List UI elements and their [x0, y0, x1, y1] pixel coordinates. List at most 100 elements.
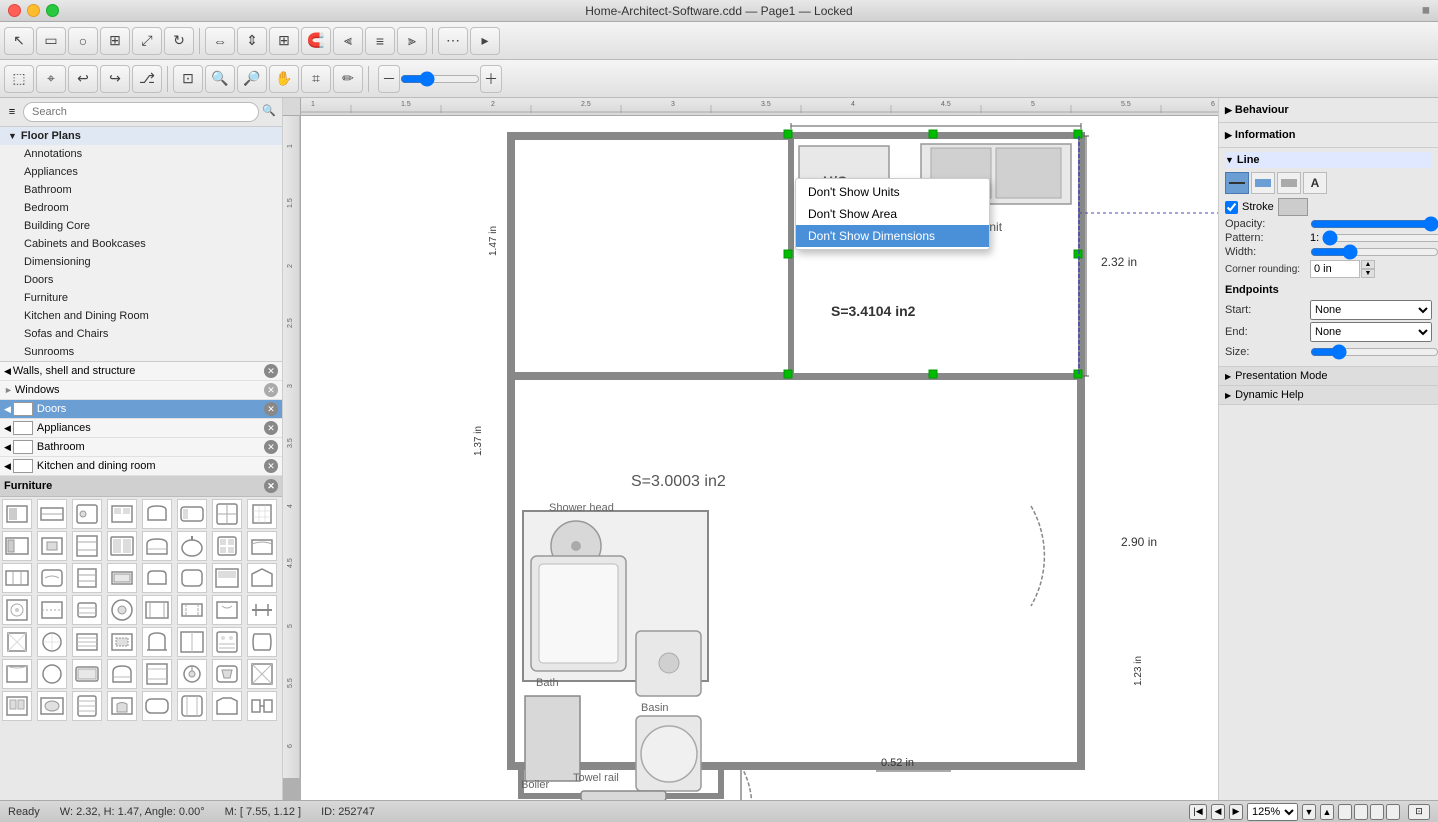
- fit-window-btn[interactable]: ⊡: [1408, 804, 1430, 820]
- furniture-tile-26[interactable]: [37, 595, 67, 625]
- search-icon[interactable]: 🔍: [262, 104, 278, 120]
- zoom-custom-tool[interactable]: ⌗: [301, 65, 331, 93]
- width-slider[interactable]: [1310, 246, 1438, 258]
- furniture-tile-6[interactable]: [177, 499, 207, 529]
- behaviour-header[interactable]: ▶ Behaviour: [1225, 102, 1432, 118]
- furniture-tile-3[interactable]: [72, 499, 102, 529]
- table-tool[interactable]: ⊞: [100, 27, 130, 55]
- furniture-tile-31[interactable]: [212, 595, 242, 625]
- size-slider[interactable]: [1310, 344, 1438, 360]
- zoom-in-btn[interactable]: ＋: [480, 65, 502, 93]
- furniture-tile-47[interactable]: [212, 659, 242, 689]
- furniture-tile-1[interactable]: [2, 499, 32, 529]
- layer-walls-close[interactable]: ✕: [264, 364, 278, 378]
- layer-kitchen[interactable]: ◀ Kitchen and dining room ✕: [0, 457, 282, 476]
- line-style-fill[interactable]: [1277, 172, 1301, 194]
- furniture-tile-40[interactable]: [247, 627, 277, 657]
- furniture-tile-48[interactable]: [247, 659, 277, 689]
- zoom-out-btn[interactable]: －: [378, 65, 400, 93]
- furniture-tile-43[interactable]: [72, 659, 102, 689]
- furniture-tile-56[interactable]: [247, 691, 277, 721]
- flip-h-tool[interactable]: ⇔: [205, 27, 235, 55]
- canvas-area[interactable]: 1 1.5 2 2.5 3 3.5 4 4.5 5 5.5: [283, 98, 1218, 800]
- opacity-slider[interactable]: [1310, 218, 1438, 230]
- furniture-tile-52[interactable]: [107, 691, 137, 721]
- furniture-tile-36[interactable]: [107, 627, 137, 657]
- nav-prev[interactable]: ◀: [1211, 804, 1225, 820]
- select-tool[interactable]: ↖: [4, 27, 34, 55]
- layout-btn-3[interactable]: [1370, 804, 1384, 820]
- line-header[interactable]: ▼ Line: [1225, 152, 1432, 168]
- furniture-tile-39[interactable]: [212, 627, 242, 657]
- nav-next[interactable]: ▶: [1229, 804, 1243, 820]
- furniture-tile-8[interactable]: [247, 499, 277, 529]
- furniture-tile-21[interactable]: [142, 563, 172, 593]
- line-style-solid[interactable]: [1225, 172, 1249, 194]
- tree-item-sofas[interactable]: Sofas and Chairs: [0, 325, 282, 343]
- furniture-tile-5[interactable]: [142, 499, 172, 529]
- furniture-tile-19[interactable]: [72, 563, 102, 593]
- furniture-tile-46[interactable]: [177, 659, 207, 689]
- furniture-tile-53[interactable]: [142, 691, 172, 721]
- furniture-tile-10[interactable]: [37, 531, 67, 561]
- dropdown-dont-show-dimensions[interactable]: Don't Show Dimensions: [796, 225, 989, 247]
- redo-tool[interactable]: ↪: [100, 65, 130, 93]
- layer-bathroom[interactable]: ◀ Bathroom ✕: [0, 438, 282, 457]
- stroke-color-swatch[interactable]: [1278, 198, 1308, 216]
- furniture-tile-54[interactable]: [177, 691, 207, 721]
- furniture-tile-44[interactable]: [107, 659, 137, 689]
- furniture-tile-7[interactable]: [212, 499, 242, 529]
- zoom-in-tool[interactable]: 🔎: [237, 65, 267, 93]
- nav-first[interactable]: |◀: [1189, 804, 1207, 820]
- layer-kitchen-close[interactable]: ✕: [264, 459, 278, 473]
- dropdown-dont-show-units[interactable]: Don't Show Units: [796, 181, 989, 203]
- list-view-icon[interactable]: ≡: [4, 104, 20, 120]
- undo-tool[interactable]: ↩: [68, 65, 98, 93]
- presentation-mode-header[interactable]: Presentation Mode: [1219, 367, 1438, 386]
- distribute-tool[interactable]: ⋯: [438, 27, 468, 55]
- furniture-tile-27[interactable]: [72, 595, 102, 625]
- layout-btn-4[interactable]: [1386, 804, 1400, 820]
- layer-windows-close[interactable]: ✕: [264, 383, 278, 397]
- furniture-tile-49[interactable]: [2, 691, 32, 721]
- furniture-tile-24[interactable]: [247, 563, 277, 593]
- stroke-checkbox[interactable]: [1225, 201, 1238, 214]
- information-header[interactable]: ▶ Information: [1225, 127, 1432, 143]
- furniture-tile-29[interactable]: [142, 595, 172, 625]
- furniture-tile-33[interactable]: [2, 627, 32, 657]
- box-select-tool[interactable]: ⬚: [4, 65, 34, 93]
- maximize-button[interactable]: [46, 4, 59, 17]
- history-tool[interactable]: ⎇: [132, 65, 162, 93]
- furniture-tile-35[interactable]: [72, 627, 102, 657]
- furniture-tile-55[interactable]: [212, 691, 242, 721]
- end-select[interactable]: None Arrow Circle: [1310, 322, 1432, 342]
- furniture-tile-30[interactable]: [177, 595, 207, 625]
- zoom-select-tool[interactable]: 🔍: [205, 65, 235, 93]
- tree-item-dimensioning[interactable]: Dimensioning: [0, 253, 282, 271]
- tree-item-annotations[interactable]: Annotations: [0, 145, 282, 163]
- furniture-tile-25[interactable]: [2, 595, 32, 625]
- search-input[interactable]: [23, 102, 259, 122]
- furniture-tile-4[interactable]: [107, 499, 137, 529]
- layer-appliances[interactable]: ◀ Appliances ✕: [0, 419, 282, 438]
- line-style-color[interactable]: [1251, 172, 1275, 194]
- align-center-tool[interactable]: ≡: [365, 27, 395, 55]
- resize-tool[interactable]: ⤢: [132, 27, 162, 55]
- furniture-tile-42[interactable]: [37, 659, 67, 689]
- lasso-tool[interactable]: ⌖: [36, 65, 66, 93]
- circle-tool[interactable]: ○: [68, 27, 98, 55]
- close-button[interactable]: [8, 4, 21, 17]
- furniture-tile-18[interactable]: [37, 563, 67, 593]
- furniture-tile-15[interactable]: [212, 531, 242, 561]
- tree-item-doors[interactable]: Doors: [0, 271, 282, 289]
- pan-tool[interactable]: ✋: [269, 65, 299, 93]
- layout-btn-1[interactable]: [1338, 804, 1352, 820]
- furniture-tile-11[interactable]: [72, 531, 102, 561]
- furniture-tile-9[interactable]: [2, 531, 32, 561]
- tree-item-furniture[interactable]: Furniture: [0, 289, 282, 307]
- line-style-text[interactable]: A: [1303, 172, 1327, 194]
- zoom-decrease[interactable]: ▼: [1302, 804, 1316, 820]
- drawing-canvas[interactable]: S=3.0003 in2 H/C Heater/ cooler: [301, 116, 1218, 800]
- layer-windows[interactable]: ► Windows ✕: [0, 381, 282, 400]
- minimize-button[interactable]: [27, 4, 40, 17]
